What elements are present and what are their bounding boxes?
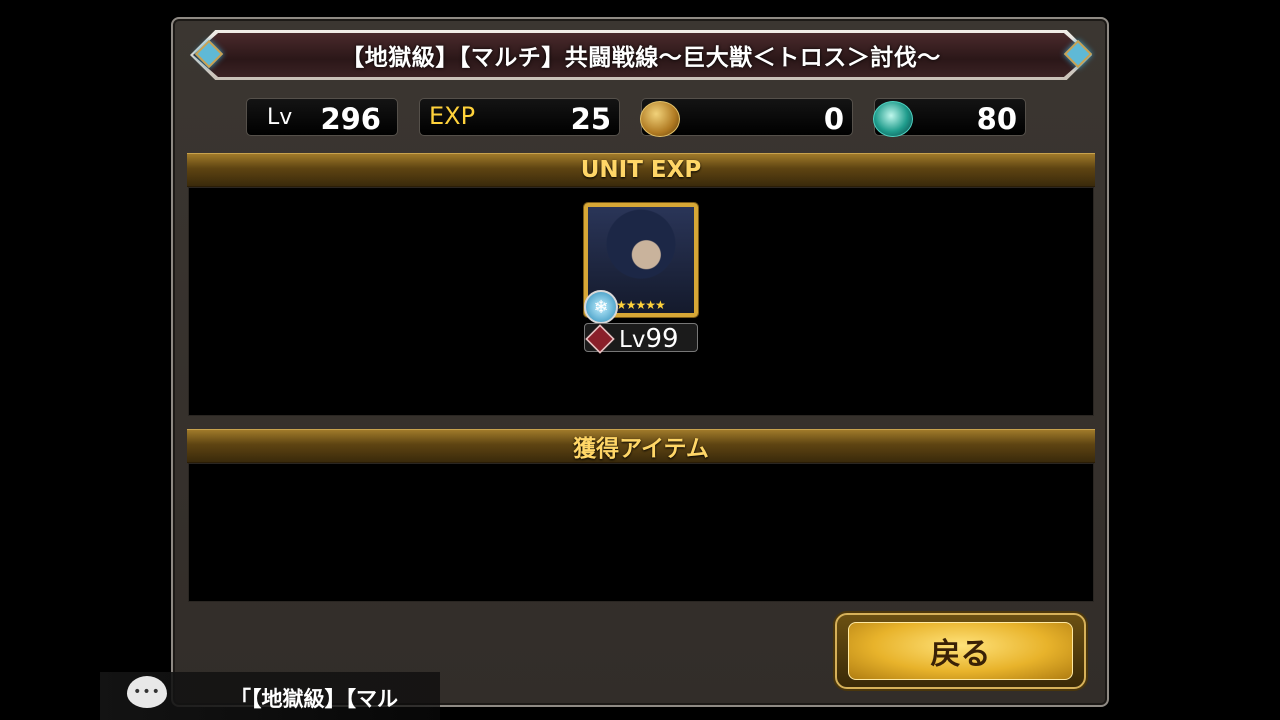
unit-exp-header: UNIT EXP xyxy=(187,153,1095,187)
crystal-value: 80 xyxy=(976,102,1017,136)
back-button[interactable]: 戻る xyxy=(835,613,1086,689)
unit-exp-title: UNIT EXP xyxy=(580,157,702,183)
rarity-stars: ★★★★★ xyxy=(616,298,666,312)
crystal-orb-icon xyxy=(873,101,913,137)
title-banner: 【地獄級】【マルチ】共闘戦線～巨大獣＜トロス＞討伐～ xyxy=(193,33,1089,77)
speech-bubble-icon[interactable]: ••• xyxy=(127,676,167,708)
unit-level-box: Lv99 xyxy=(584,323,698,354)
unit-card[interactable]: ★★★★★ ❄ Lv99 xyxy=(584,203,700,354)
back-button-label[interactable]: 戻る xyxy=(848,622,1073,680)
player-level-label: Lv xyxy=(267,105,293,130)
player-level-value: 296 xyxy=(320,102,381,136)
exp-label: EXP xyxy=(429,102,476,130)
crystal-box: 80 xyxy=(873,98,1026,137)
items-header: 獲得アイテム xyxy=(187,429,1095,463)
snowflake-icon: ❄ xyxy=(584,290,618,324)
gold-box: 0 xyxy=(640,98,853,137)
chat-message: 「【地獄級】【マル xyxy=(230,687,398,711)
gold-coin-icon xyxy=(640,101,680,137)
quest-title: 【地獄級】【マルチ】共闘戦線～巨大獣＜トロス＞討伐～ xyxy=(341,45,941,71)
unit-level-label: Lv xyxy=(619,327,646,353)
exp-box: EXP 25 xyxy=(419,98,620,136)
player-level-box: Lv 296 xyxy=(246,98,398,136)
class-emblem-icon xyxy=(585,324,615,354)
items-body xyxy=(188,463,1094,602)
gold-value: 0 xyxy=(823,102,844,136)
unit-level-text: Lv99 xyxy=(619,324,679,354)
exp-value: 25 xyxy=(570,102,611,136)
items-title: 獲得アイテム xyxy=(573,436,709,462)
unit-level-value: 99 xyxy=(645,324,679,354)
